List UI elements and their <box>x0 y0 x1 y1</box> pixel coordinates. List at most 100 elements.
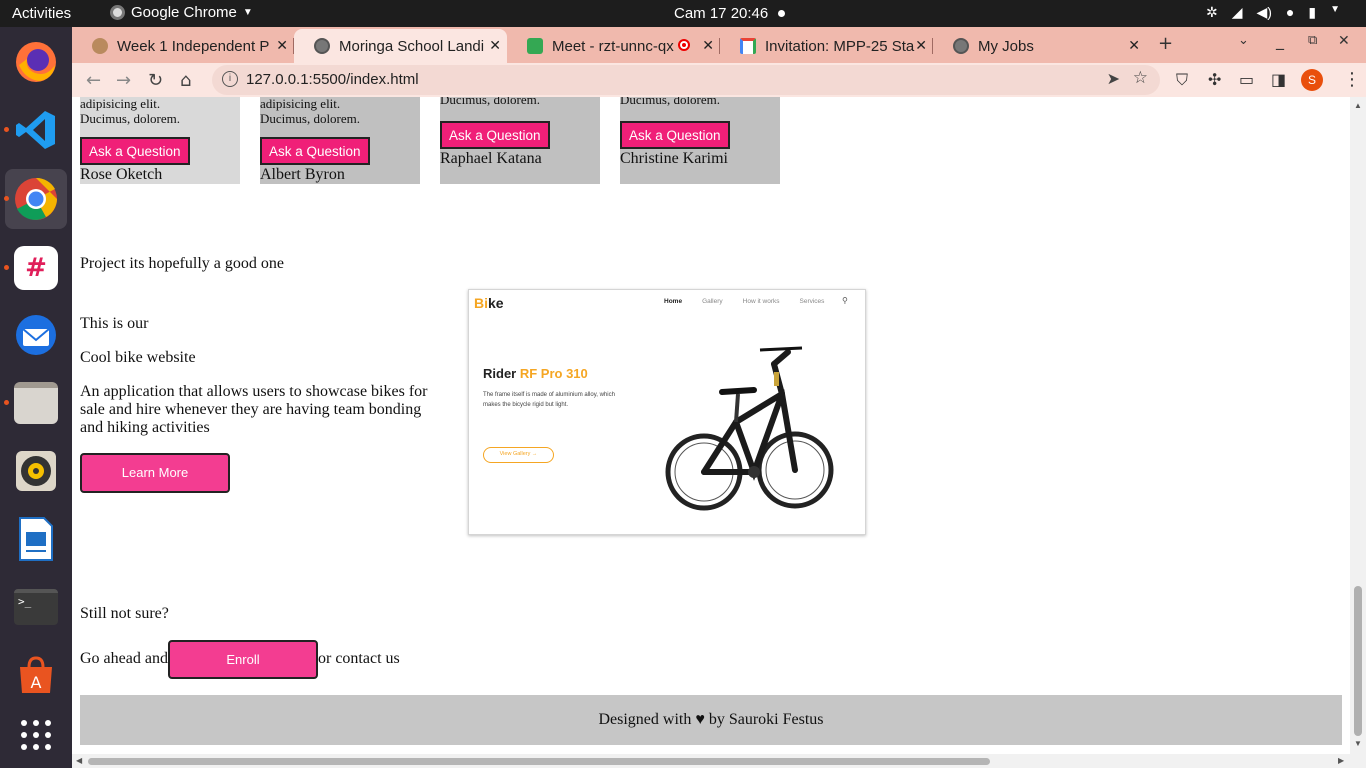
ask-question-button[interactable]: Ask a Question <box>620 121 730 149</box>
info-icon[interactable]: i <box>222 71 238 87</box>
scrollbar-thumb[interactable] <box>88 758 990 765</box>
minimize-button[interactable]: _ <box>1276 31 1284 50</box>
vscode-icon[interactable] <box>4 107 59 153</box>
forward-icon[interactable]: → <box>116 70 131 91</box>
globe-icon <box>314 38 330 54</box>
bookmark-star-icon[interactable]: ☆ <box>1133 68 1148 88</box>
svg-text:A: A <box>31 673 42 692</box>
mentor-description: adipisicing elit. Ducimus, dolorem. <box>80 97 181 126</box>
tab-myjobs[interactable]: My Jobs ✕ <box>933 29 1146 63</box>
clock[interactable]: Cam 17 20:46 <box>674 5 768 22</box>
mentor-card: adipisicing elit. Ducimus, dolorem. Ask … <box>80 97 240 184</box>
app-menu[interactable]: Google Chrome ▼ <box>110 4 253 21</box>
mockup-cta: View Gallery → <box>483 447 554 463</box>
tab-title: Meet - rzt-unnc-qx <box>552 37 674 55</box>
system-top-bar: Activities Google Chrome ▼ Cam 17 20:46 … <box>0 0 1366 27</box>
tab-gmail[interactable]: Invitation: MPP-25 Sta ✕ <box>720 29 933 63</box>
url-text[interactable]: 127.0.0.1:5500/index.html <box>246 71 419 88</box>
ask-question-button[interactable]: Ask a Question <box>80 137 190 165</box>
mentor-card: Ducimus, dolorem. Ask a Question Raphael… <box>440 97 600 184</box>
project-name: Cool bike website <box>80 349 196 366</box>
notification-dot <box>778 10 785 17</box>
files-icon[interactable] <box>4 380 59 426</box>
mockup-logo: Bike <box>474 295 504 311</box>
project-heading: Project its hopefully a good one <box>80 255 284 272</box>
home-icon[interactable]: ⌂ <box>180 70 191 91</box>
show-apps-grid-icon[interactable] <box>13 712 59 758</box>
address-bar[interactable]: i 127.0.0.1:5500/index.html ➤ ☆ <box>212 65 1160 95</box>
dock: # >_ A <box>0 27 72 768</box>
tab-title: Week 1 Independent P <box>117 37 270 55</box>
new-tab-button[interactable]: + <box>1158 33 1173 54</box>
learn-more-button[interactable]: Learn More <box>80 453 230 493</box>
mentor-name: Raphael Katana <box>440 150 542 167</box>
maximize-button[interactable]: ⧉ <box>1308 33 1317 48</box>
close-icon[interactable]: ✕ <box>489 37 501 54</box>
close-icon[interactable]: ✕ <box>276 37 288 54</box>
mockup-title: Rider RF Pro 310 <box>483 366 588 381</box>
activities-button[interactable]: Activities <box>12 5 71 22</box>
mentor-name: Christine Karimi <box>620 150 728 167</box>
network-icon: ✲ <box>1205 4 1218 20</box>
project-description: An application that allows users to show… <box>80 383 428 436</box>
vertical-scrollbar[interactable]: ▲ ▼ <box>1350 97 1366 768</box>
mockup-subtitle: The frame itself is made of aluminium al… <box>483 392 615 408</box>
battery-icon: ▮ <box>1308 4 1317 20</box>
system-tray[interactable]: ✲ ◢ ◀) ● ▮ ▼ <box>1206 4 1340 21</box>
project-intro: This is our <box>80 315 149 332</box>
software-center-icon[interactable]: A <box>13 652 59 698</box>
extensions-icon[interactable]: ✣ <box>1208 70 1221 89</box>
firefox-icon[interactable] <box>13 39 59 85</box>
bicycle-icon <box>665 346 834 511</box>
send-icon[interactable]: ➤ <box>1107 69 1120 89</box>
mockup-nav: Home Gallery How it works Services <box>664 298 825 305</box>
ask-question-button[interactable]: Ask a Question <box>260 137 370 165</box>
search-icon: ⚲ <box>842 296 848 305</box>
chevron-down-icon: ▼ <box>1330 4 1340 15</box>
mentor-description: adipisicing elit. Ducimus, dolorem. <box>260 97 361 126</box>
cta-lead: Go ahead and <box>80 650 168 667</box>
tab-meet[interactable]: Meet - rzt-unnc-qx ✕ <box>507 29 720 63</box>
mentor-card: Ducimus, dolorem. Ask a Question Christi… <box>620 97 780 184</box>
volume-icon: ◀) <box>1256 4 1272 20</box>
shield-icon[interactable]: ⛉ <box>1176 70 1188 90</box>
libreoffice-writer-icon[interactable] <box>13 516 59 562</box>
cast-icon[interactable]: ▭ <box>1239 70 1254 89</box>
mentor-description: Ducimus, dolorem. <box>620 97 721 107</box>
meet-icon <box>527 38 543 54</box>
tab-moringa[interactable]: Moringa School Landi ✕ <box>294 29 507 63</box>
contact-text: or contact us <box>318 650 400 667</box>
menu-icon[interactable]: ⋮ <box>1343 69 1361 90</box>
tab-title: My Jobs <box>978 37 1034 55</box>
chrome-icon[interactable] <box>4 169 67 229</box>
tab-favicon-icon <box>92 38 108 54</box>
mentor-name: Rose Oketch <box>80 166 163 183</box>
terminal-icon[interactable]: >_ <box>13 584 59 630</box>
slack-icon[interactable]: # <box>4 245 59 291</box>
tab-week1[interactable]: Week 1 Independent P ✕ <box>72 29 294 63</box>
browser-toolbar: ← → ↻ ⌂ i 127.0.0.1:5500/index.html ➤ ☆ … <box>72 63 1366 97</box>
recording-icon <box>678 39 690 51</box>
reload-icon[interactable]: ↻ <box>148 70 163 91</box>
close-icon[interactable]: ✕ <box>1128 37 1140 54</box>
back-icon[interactable]: ← <box>86 70 101 91</box>
close-window-button[interactable]: ✕ <box>1338 33 1350 49</box>
side-panel-icon[interactable]: ◨ <box>1271 70 1286 89</box>
tab-strip: Week 1 Independent P ✕ Moringa School La… <box>72 27 1366 63</box>
enroll-button[interactable]: Enroll <box>168 640 318 679</box>
footer-text: Designed with ♥ by Sauroki Festus <box>598 711 824 728</box>
ask-question-button[interactable]: Ask a Question <box>440 121 550 149</box>
tab-search-button[interactable]: ⌄ <box>1238 33 1249 48</box>
gmail-icon <box>740 38 756 54</box>
project-screenshot: Bike Home Gallery How it works Services … <box>468 289 866 535</box>
close-icon[interactable]: ✕ <box>702 37 714 54</box>
profile-avatar[interactable]: S <box>1301 69 1323 91</box>
wifi-icon: ◢ <box>1231 4 1243 20</box>
chevron-down-icon: ▼ <box>242 7 253 18</box>
close-icon[interactable]: ✕ <box>915 37 927 54</box>
scrollbar-thumb[interactable] <box>1354 586 1362 736</box>
horizontal-scrollbar[interactable]: ◀ ▶ <box>72 754 1350 768</box>
app-name: Google Chrome <box>131 4 237 21</box>
rhythmbox-icon[interactable] <box>13 448 59 494</box>
thunderbird-icon[interactable] <box>13 312 59 358</box>
